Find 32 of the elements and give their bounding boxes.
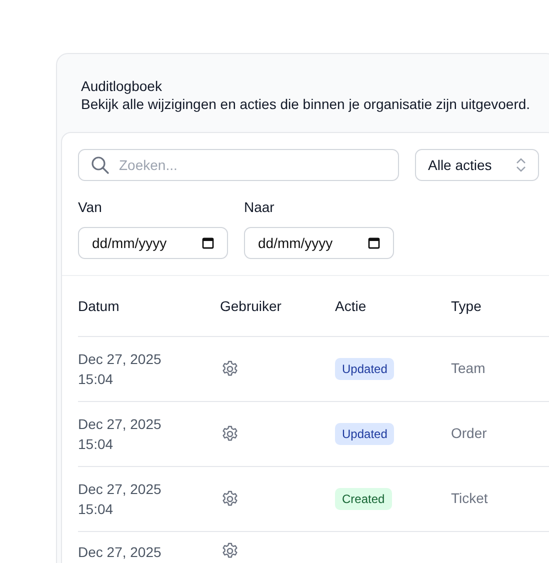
- date-text: Dec 27, 2025: [78, 350, 162, 369]
- gear-icon: [221, 425, 239, 443]
- page-description: Bekijk alle wijzigingen en acties die binnen je organisatie zijn uitgevoerd.: [81, 95, 532, 114]
- type-text: Team: [451, 360, 486, 376]
- action-select[interactable]: Alle acties: [415, 149, 539, 181]
- gear-icon: [221, 542, 239, 560]
- time-text: 15:04: [78, 500, 114, 519]
- chevron-up-down-icon: [516, 157, 526, 173]
- date-text: Dec 27, 2025: [78, 415, 162, 434]
- time-text: 15:04: [78, 370, 114, 389]
- date-field[interactable]: dd/mm/yyyy: [244, 227, 394, 259]
- type-text: Ticket: [451, 490, 488, 506]
- column-header: Datum: [78, 298, 120, 314]
- column-header: Gebruiker: [220, 298, 282, 314]
- action-badge: Updated: [335, 423, 394, 445]
- column-header: Actie: [335, 298, 368, 314]
- page-title: Auditlogboek: [81, 77, 163, 95]
- search-field[interactable]: Zoeken...: [78, 149, 399, 181]
- action-badge: Created: [335, 488, 392, 510]
- field-label: Van: [78, 199, 103, 215]
- date-text: Dec 27, 2025: [78, 543, 162, 562]
- gear-icon: [221, 490, 239, 508]
- calendar-icon: [202, 237, 214, 249]
- field-label: Naar: [244, 199, 276, 215]
- gear-icon: [221, 360, 239, 378]
- calendar-icon: [368, 237, 380, 249]
- time-text: 15:04: [78, 435, 114, 454]
- date-field[interactable]: dd/mm/yyyy: [78, 227, 228, 259]
- action-badge: Updated: [335, 358, 394, 380]
- type-text: Order: [451, 425, 487, 441]
- column-header: Type: [451, 298, 482, 314]
- date-text: Dec 27, 2025: [78, 480, 162, 499]
